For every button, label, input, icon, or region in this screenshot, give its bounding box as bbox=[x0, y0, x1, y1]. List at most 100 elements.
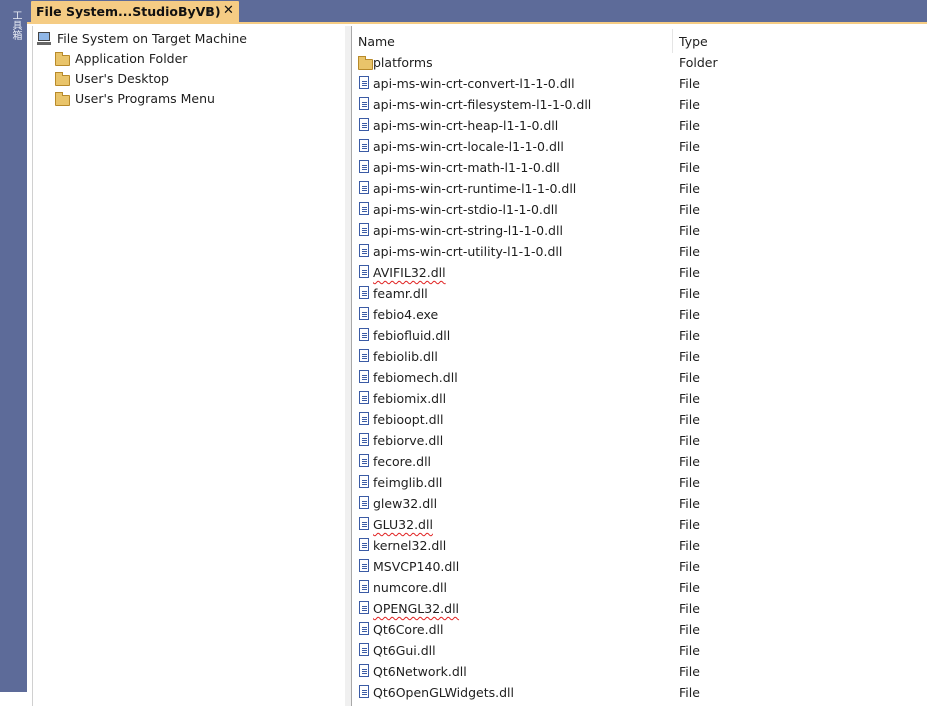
tree-item-users-programs-menu[interactable]: User's Programs Menu bbox=[55, 89, 335, 109]
list-item[interactable]: api-ms-win-crt-string-l1-1-0.dll File bbox=[352, 220, 927, 241]
list-item[interactable]: api-ms-win-crt-stdio-l1-1-0.dll File bbox=[352, 199, 927, 220]
tree-item-root[interactable]: File System on Target Machine bbox=[37, 29, 337, 49]
file-icon bbox=[359, 643, 369, 656]
list-item[interactable]: feamr.dll File bbox=[352, 283, 927, 304]
file-icon bbox=[359, 307, 369, 320]
list-item[interactable]: api-ms-win-crt-locale-l1-1-0.dll File bbox=[352, 136, 927, 157]
toolbox-label[interactable]: 工具箱 bbox=[7, 10, 21, 40]
tree-item-label: User's Desktop bbox=[75, 71, 169, 86]
list-item[interactable]: Qt6Core.dll File bbox=[352, 619, 927, 640]
list-item[interactable]: febio4.exe File bbox=[352, 304, 927, 325]
item-type: File bbox=[679, 139, 700, 154]
list-item[interactable]: MSVCP140.dll File bbox=[352, 556, 927, 577]
column-header-type[interactable]: Type bbox=[673, 29, 927, 53]
list-item[interactable]: feimglib.dll File bbox=[352, 472, 927, 493]
item-type: File bbox=[679, 601, 700, 616]
item-type: File bbox=[679, 622, 700, 637]
item-type: File bbox=[679, 475, 700, 490]
list-item[interactable]: api-ms-win-crt-math-l1-1-0.dll File bbox=[352, 157, 927, 178]
list-item[interactable]: febiorve.dll File bbox=[352, 430, 927, 451]
item-name: Qt6Gui.dll bbox=[373, 643, 436, 658]
tree-item-label: User's Programs Menu bbox=[75, 91, 215, 106]
list-item[interactable]: GLU32.dll File bbox=[352, 514, 927, 535]
close-icon[interactable]: ✕ bbox=[223, 4, 236, 18]
list-item[interactable]: AVIFIL32.dll File bbox=[352, 262, 927, 283]
item-type: File bbox=[679, 223, 700, 238]
list-item[interactable]: Qt6Network.dll File bbox=[352, 661, 927, 682]
item-name: numcore.dll bbox=[373, 580, 447, 595]
list-item[interactable]: api-ms-win-crt-filesystem-l1-1-0.dll File bbox=[352, 94, 927, 115]
item-name: api-ms-win-crt-string-l1-1-0.dll bbox=[373, 223, 563, 238]
item-name: api-ms-win-crt-heap-l1-1-0.dll bbox=[373, 118, 559, 133]
item-type: Folder bbox=[679, 55, 718, 70]
item-type: File bbox=[679, 391, 700, 406]
list-item[interactable]: Qt6Gui.dll File bbox=[352, 640, 927, 661]
file-icon bbox=[359, 265, 369, 278]
list-item[interactable]: platforms Folder bbox=[352, 52, 927, 73]
list-item[interactable]: febiofluid.dll File bbox=[352, 325, 927, 346]
document-tab-bar: File System...StudioByVB) ⊥ ✕ bbox=[27, 0, 927, 22]
list-item[interactable]: kernel32.dll File bbox=[352, 535, 927, 556]
list-item[interactable]: febiomix.dll File bbox=[352, 388, 927, 409]
tab-title: File System...StudioByVB) bbox=[36, 4, 221, 19]
item-name: febiomech.dll bbox=[373, 370, 458, 385]
item-name: OPENGL32.dll bbox=[373, 601, 460, 616]
file-icon bbox=[359, 622, 369, 635]
list-item[interactable]: api-ms-win-crt-runtime-l1-1-0.dll File bbox=[352, 178, 927, 199]
file-icon bbox=[359, 664, 369, 677]
file-icon bbox=[359, 328, 369, 341]
item-type: File bbox=[679, 349, 700, 364]
list-item[interactable]: api-ms-win-crt-convert-l1-1-0.dll File bbox=[352, 73, 927, 94]
tree-item-users-desktop[interactable]: User's Desktop bbox=[55, 69, 335, 89]
pin-icon[interactable]: ⊥ bbox=[205, 5, 217, 18]
list-item[interactable]: api-ms-win-crt-utility-l1-1-0.dll File bbox=[352, 241, 927, 262]
item-name: api-ms-win-crt-utility-l1-1-0.dll bbox=[373, 244, 563, 259]
folder-icon bbox=[358, 56, 373, 70]
folder-tree: File System on Target Machine Applicatio… bbox=[32, 26, 346, 706]
list-item[interactable]: fecore.dll File bbox=[352, 451, 927, 472]
list-item[interactable]: Qt6OpenGLWidgets.dll File bbox=[352, 682, 927, 703]
item-name: Qt6OpenGLWidgets.dll bbox=[373, 685, 514, 700]
file-icon bbox=[359, 475, 369, 488]
item-name: febiolib.dll bbox=[373, 349, 438, 364]
file-system-editor: File System on Target Machine Applicatio… bbox=[27, 22, 927, 706]
file-icon bbox=[359, 202, 369, 215]
item-type: File bbox=[679, 454, 700, 469]
list-item[interactable]: api-ms-win-crt-heap-l1-1-0.dll File bbox=[352, 115, 927, 136]
item-name: AVIFIL32.dll bbox=[373, 265, 446, 280]
list-item[interactable]: numcore.dll File bbox=[352, 577, 927, 598]
folder-icon bbox=[55, 72, 70, 86]
file-icon bbox=[359, 601, 369, 614]
item-type: File bbox=[679, 97, 700, 112]
item-type: File bbox=[679, 559, 700, 574]
file-icon bbox=[359, 433, 369, 446]
item-name: febiofluid.dll bbox=[373, 328, 451, 343]
item-name: febio4.exe bbox=[373, 307, 439, 322]
file-icon bbox=[359, 76, 369, 89]
item-type: File bbox=[679, 328, 700, 343]
tree-item-application-folder[interactable]: Application Folder bbox=[55, 49, 335, 69]
item-name: MSVCP140.dll bbox=[373, 559, 460, 574]
item-name: api-ms-win-crt-math-l1-1-0.dll bbox=[373, 160, 560, 175]
item-name: api-ms-win-crt-locale-l1-1-0.dll bbox=[373, 139, 564, 154]
item-type: File bbox=[679, 181, 700, 196]
item-name: febioopt.dll bbox=[373, 412, 444, 427]
tab-file-system[interactable]: File System...StudioByVB) ⊥ ✕ bbox=[31, 1, 239, 22]
column-header-name[interactable]: Name bbox=[352, 29, 672, 53]
file-icon bbox=[359, 286, 369, 299]
list-item[interactable]: OPENGL32.dll File bbox=[352, 598, 927, 619]
item-type: File bbox=[679, 202, 700, 217]
item-name: febiomix.dll bbox=[373, 391, 447, 406]
item-name: GLU32.dll bbox=[373, 517, 433, 532]
item-name: platforms bbox=[373, 55, 433, 70]
list-item[interactable]: febiomech.dll File bbox=[352, 367, 927, 388]
item-type: File bbox=[679, 307, 700, 322]
toolbox-strip[interactable]: 工具箱 bbox=[0, 0, 27, 692]
item-type: File bbox=[679, 517, 700, 532]
item-type: File bbox=[679, 433, 700, 448]
item-type: File bbox=[679, 118, 700, 133]
pane-splitter[interactable] bbox=[345, 26, 352, 706]
list-item[interactable]: febioopt.dll File bbox=[352, 409, 927, 430]
list-item[interactable]: glew32.dll File bbox=[352, 493, 927, 514]
list-item[interactable]: febiolib.dll File bbox=[352, 346, 927, 367]
